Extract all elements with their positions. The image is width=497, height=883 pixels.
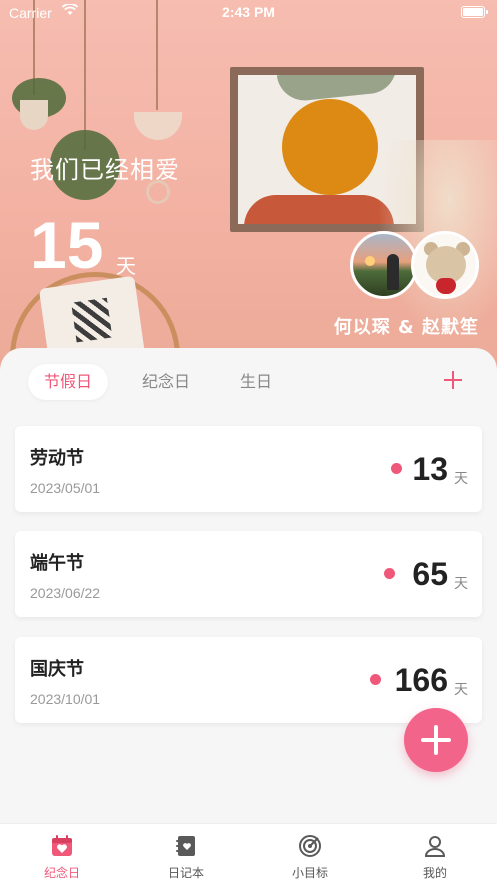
avatar-partner-2[interactable] — [411, 231, 479, 299]
tabbar-item-goals[interactable]: 小目标 — [248, 824, 372, 883]
event-dot-icon — [370, 674, 381, 685]
status-bar: Carrier 2:43 PM — [0, 0, 497, 26]
notebook-icon — [176, 836, 195, 856]
user-icon — [424, 836, 446, 857]
calendar-heart-icon — [52, 835, 72, 856]
love-days-count: 15 — [30, 208, 104, 282]
love-title: 我们已经相爱 — [30, 156, 180, 184]
event-days-unit: 天 — [454, 576, 468, 592]
couple-names: 何以琛 & 赵默笙 — [333, 317, 479, 338]
tabbar-label: 小目标 — [291, 866, 328, 880]
tabbar-item-profile[interactable]: 我的 — [373, 824, 497, 883]
bottom-tab-bar: 纪念日 日记本 小目标 我的 — [0, 823, 497, 883]
status-time: 2:43 PM — [222, 4, 275, 20]
tabbar-item-diary[interactable]: 日记本 — [124, 824, 248, 883]
avatar-partner-1[interactable] — [350, 231, 418, 299]
plant-pot — [20, 100, 48, 130]
event-date: 2023/10/01 — [30, 691, 101, 707]
event-date: 2023/06/22 — [30, 585, 101, 601]
battery-icon — [461, 6, 488, 18]
category-tabs: 节假日 纪念日 生日 — [0, 362, 497, 402]
love-days-unit: 天 — [116, 254, 136, 278]
event-days-unit: 天 — [454, 682, 468, 698]
event-days-count: 13 — [412, 451, 448, 487]
event-date: 2023/05/01 — [30, 480, 101, 496]
event-dot-icon — [384, 568, 395, 579]
tab-birthdays[interactable]: 生日 — [216, 364, 296, 400]
event-name: 国庆节 — [30, 659, 84, 680]
event-name: 端午节 — [30, 553, 84, 574]
hero-banner: 我们已经相爱 15 天 何以琛 & 赵默笙 — [0, 0, 497, 372]
add-category-icon[interactable] — [439, 366, 467, 394]
hanging-ornament — [134, 112, 182, 140]
event-card[interactable]: 端午节 2023/06/22 65 天 — [15, 531, 482, 617]
tabbar-label: 纪念日 — [43, 866, 80, 880]
event-name: 劳动节 — [30, 448, 84, 469]
event-dot-icon — [391, 463, 402, 474]
add-event-button[interactable] — [404, 708, 468, 772]
tab-holidays[interactable]: 节假日 — [28, 364, 108, 400]
tabbar-item-anniversary[interactable]: 纪念日 — [0, 824, 124, 883]
event-days-count: 166 — [394, 662, 448, 698]
event-days-count: 65 — [412, 556, 448, 592]
target-icon — [299, 835, 321, 857]
event-card[interactable]: 国庆节 2023/10/01 166 天 — [15, 637, 482, 723]
tab-anniversaries[interactable]: 纪念日 — [126, 364, 206, 400]
event-card[interactable]: 劳动节 2023/05/01 13 天 — [15, 426, 482, 512]
event-days-unit: 天 — [454, 471, 468, 487]
tabbar-label: 我的 — [422, 866, 447, 880]
tabbar-label: 日记本 — [167, 866, 204, 880]
